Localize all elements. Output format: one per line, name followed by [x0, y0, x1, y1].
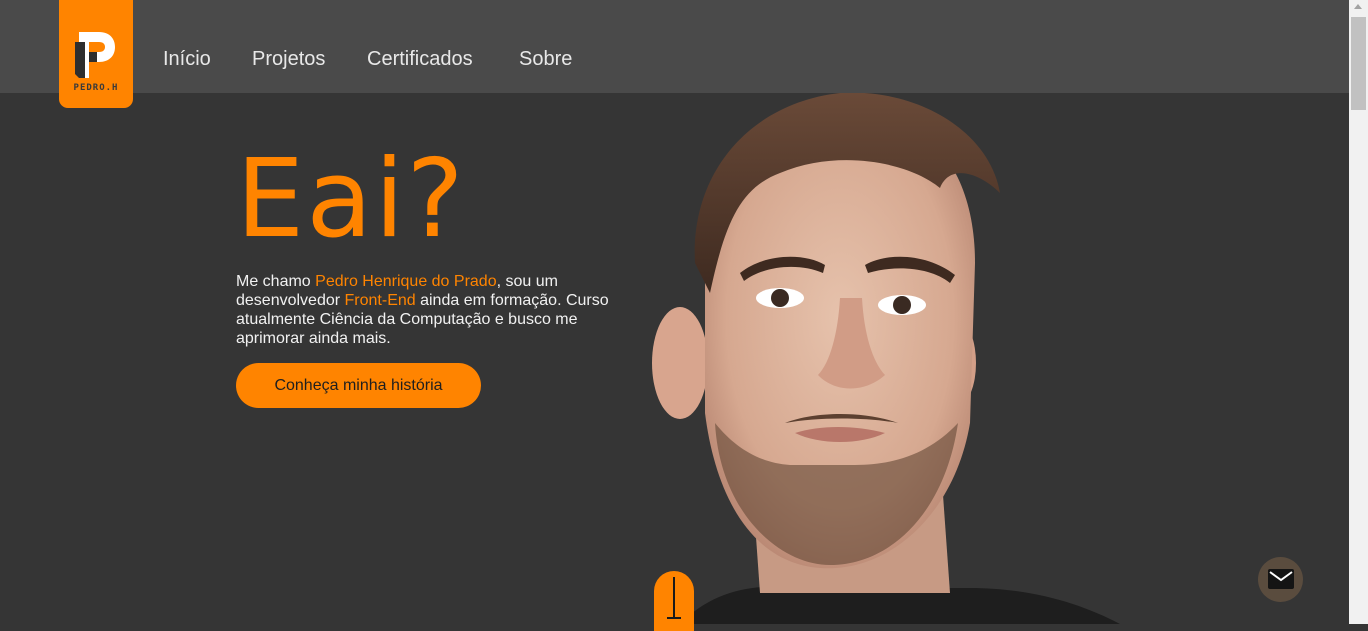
nav-item-inicio[interactable]: Início [163, 48, 211, 71]
portrait-photo [652, 93, 1120, 624]
scroll-line [673, 577, 675, 619]
page-scrollbar[interactable] [1349, 0, 1368, 624]
nav-item-projetos[interactable]: Projetos [252, 48, 325, 71]
contact-mail-button[interactable] [1258, 557, 1303, 602]
scroll-line-base [667, 617, 681, 619]
scroll-up-arrow-icon[interactable] [1354, 4, 1362, 9]
top-navbar: Início Projetos Certificados Sobre [0, 0, 1349, 93]
logo-text: PEDRO.H [73, 83, 119, 93]
highlight-name: Pedro Henrique do Prado [315, 273, 497, 290]
hero-title: Eai? [236, 137, 466, 262]
nav-item-sobre[interactable]: Sobre [519, 48, 572, 71]
site-logo[interactable]: PEDRO.H [59, 0, 133, 108]
p-monogram-icon [75, 32, 115, 78]
hero-intro: Me chamo Pedro Henrique do Prado, sou um… [236, 272, 626, 348]
intro-text-1: Me chamo [236, 273, 316, 290]
nav-item-certificados[interactable]: Certificados [367, 48, 473, 71]
highlight-role: Front-End [344, 292, 416, 309]
story-button[interactable]: Conheça minha história [236, 363, 481, 408]
envelope-icon [1268, 569, 1294, 589]
scrollbar-thumb[interactable] [1351, 17, 1366, 110]
scroll-down-indicator[interactable] [654, 571, 694, 631]
